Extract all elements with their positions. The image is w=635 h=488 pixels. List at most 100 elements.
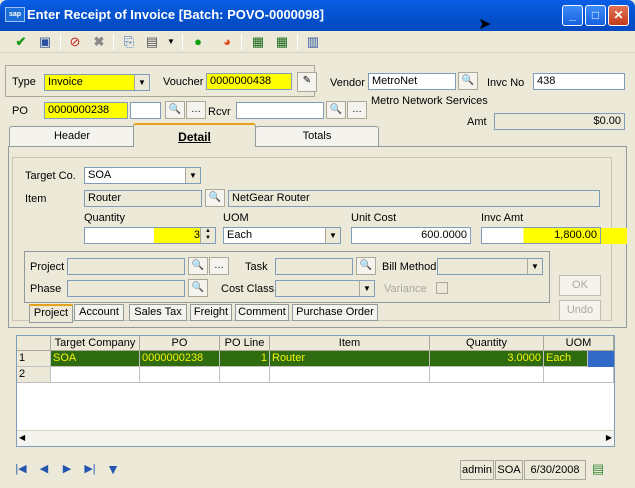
task-search-icon[interactable]: 🔍 xyxy=(356,257,376,275)
table-cell[interactable]: 0000000238 xyxy=(140,351,220,367)
grid-header-po-line[interactable]: PO Line xyxy=(220,336,270,351)
toolbar: ✔ ▣ ⊘ ✖ ⎘ ▤ ▼ ● ◕ ▦ ▦ ▥ xyxy=(0,31,635,53)
filter-icon[interactable]: ▼ xyxy=(103,460,123,478)
amt-field: $0.00 xyxy=(494,113,625,130)
subtab-purchase-order[interactable]: Purchase Order xyxy=(292,304,378,321)
sap-logo-icon: sap xyxy=(5,7,25,22)
help-icon[interactable]: ● xyxy=(189,33,207,51)
rcvr-label: Rcvr xyxy=(208,106,231,118)
project-search-icon[interactable]: 🔍 xyxy=(188,257,208,275)
tab-totals[interactable]: Totals xyxy=(255,126,379,146)
po-more-button[interactable]: … xyxy=(186,101,206,119)
chevron-down-icon[interactable]: ▼ xyxy=(359,281,374,296)
target-co-select[interactable]: SOA ▼ xyxy=(84,167,201,184)
table-cell[interactable]: Router xyxy=(270,351,430,367)
quantity-stepper[interactable]: 3 ▲ ▼ xyxy=(84,227,216,244)
next-record-icon[interactable]: ▶ xyxy=(57,460,77,478)
chevron-down-icon[interactable]: ▼ xyxy=(185,168,200,183)
uom-select[interactable]: Each ▼ xyxy=(223,227,341,244)
copy-icon[interactable]: ⎘ xyxy=(120,33,138,51)
cancel-circle-icon[interactable]: ⊘ xyxy=(66,33,84,51)
vendor-search-icon[interactable]: 🔍 xyxy=(458,72,478,90)
table-cell[interactable] xyxy=(220,367,270,383)
item-search-icon[interactable]: 🔍 xyxy=(205,189,225,207)
subtab-sales-tax[interactable]: Sales Tax xyxy=(129,304,187,321)
subtab-project[interactable]: Project xyxy=(29,304,73,323)
first-record-icon[interactable]: |◀ xyxy=(11,460,31,478)
scroll-left-icon[interactable]: ◀ xyxy=(19,433,25,442)
po-line-field[interactable] xyxy=(130,102,161,119)
table-cell[interactable] xyxy=(430,367,544,383)
maximize-button[interactable]: □ xyxy=(585,5,606,26)
phase-field[interactable] xyxy=(67,280,185,297)
rcvr-field[interactable] xyxy=(236,102,324,119)
grid-import-icon[interactable]: ▦ xyxy=(273,33,291,51)
chevron-down-icon[interactable]: ▼ xyxy=(325,228,340,243)
task-field[interactable] xyxy=(275,258,353,275)
last-record-icon[interactable]: ▶| xyxy=(80,460,100,478)
table-cell[interactable]: Each xyxy=(544,351,588,367)
subtab-freight[interactable]: Freight xyxy=(190,304,232,321)
cost-class-select[interactable]: ▼ xyxy=(275,280,375,297)
subtab-comment[interactable]: Comment xyxy=(235,304,289,321)
scroll-right-icon[interactable]: ▶ xyxy=(606,433,612,442)
grid-export-icon[interactable]: ▦ xyxy=(249,33,267,51)
dropdown-arrow-icon[interactable]: ▼ xyxy=(162,33,180,51)
horizontal-scrollbar[interactable]: ◀ ▶ xyxy=(17,430,614,446)
uom-label: UOM xyxy=(223,212,249,224)
table-cell[interactable]: 1 xyxy=(220,351,270,367)
table-cell[interactable] xyxy=(544,367,614,383)
chevron-down-icon[interactable]: ▼ xyxy=(527,259,542,274)
item-field[interactable]: Router xyxy=(84,190,202,207)
save-icon[interactable]: ▣ xyxy=(36,33,54,51)
ok-button[interactable]: OK xyxy=(559,275,601,296)
chart-icon[interactable]: ◕ xyxy=(218,33,236,51)
table-cell[interactable] xyxy=(270,367,430,383)
po-field[interactable]: 0000000238 xyxy=(44,102,128,119)
table-cell[interactable]: 3.0000 xyxy=(430,351,544,367)
title-bar: sap Enter Receipt of Invoice [Batch: POV… xyxy=(0,0,635,31)
grid-header-po[interactable]: PO xyxy=(140,336,220,351)
phase-search-icon[interactable]: 🔍 xyxy=(188,279,208,297)
unit-cost-field[interactable]: 600.0000 xyxy=(351,227,471,244)
grid-header-quantity[interactable]: Quantity xyxy=(430,336,544,351)
table-cell[interactable] xyxy=(51,367,140,383)
invc-no-label: Invc No xyxy=(487,77,525,89)
delete-x-icon[interactable]: ✖ xyxy=(90,33,108,51)
grid-header-item[interactable]: Item xyxy=(270,336,430,351)
new-record-icon[interactable]: ▤ xyxy=(589,461,607,479)
project-label: Project xyxy=(30,261,65,273)
calculator-icon[interactable]: ▥ xyxy=(304,33,322,51)
tab-detail[interactable]: Detail xyxy=(133,123,256,147)
subtab-account[interactable]: Account xyxy=(74,304,124,321)
vendor-label: Vendor xyxy=(330,77,365,89)
invc-no-field[interactable]: 438 xyxy=(533,73,625,90)
vendor-field[interactable]: MetroNet xyxy=(368,73,456,90)
chevron-down-icon[interactable]: ▼ xyxy=(134,75,149,90)
project-field[interactable] xyxy=(67,258,185,275)
voucher-field[interactable]: 0000000438 xyxy=(206,73,292,90)
voucher-lookup-icon[interactable]: ✎ xyxy=(297,72,317,92)
minimize-button[interactable]: _ xyxy=(562,5,583,26)
type-select[interactable]: Invoice ▼ xyxy=(44,74,150,91)
grid-header-target-company[interactable]: Target Company xyxy=(51,336,140,351)
print-icon[interactable]: ▤ xyxy=(143,33,161,51)
project-more-button[interactable]: … xyxy=(209,257,229,275)
check-icon[interactable]: ✔ xyxy=(12,33,30,51)
tab-header[interactable]: Header xyxy=(9,126,135,146)
bill-method-select[interactable]: ▼ xyxy=(437,258,543,275)
rcvr-more-button[interactable]: … xyxy=(347,101,367,119)
table-cell[interactable] xyxy=(140,367,220,383)
undo-button[interactable]: Undo xyxy=(559,300,601,321)
phase-label: Phase xyxy=(30,283,62,295)
rcvr-search-icon[interactable]: 🔍 xyxy=(326,101,346,119)
variance-checkbox[interactable] xyxy=(436,282,448,294)
previous-record-icon[interactable]: ◀ xyxy=(34,460,54,478)
voucher-label: Voucher xyxy=(163,76,204,88)
table-cell[interactable]: SOA xyxy=(51,351,140,367)
close-button[interactable]: ✕ xyxy=(608,5,629,26)
invc-amt-field[interactable]: 1,800.00 xyxy=(481,227,601,244)
po-search-icon[interactable]: 🔍 xyxy=(165,101,185,119)
grid-header-uom[interactable]: UOM xyxy=(544,336,614,351)
invc-amt-label: Invc Amt xyxy=(481,212,524,224)
